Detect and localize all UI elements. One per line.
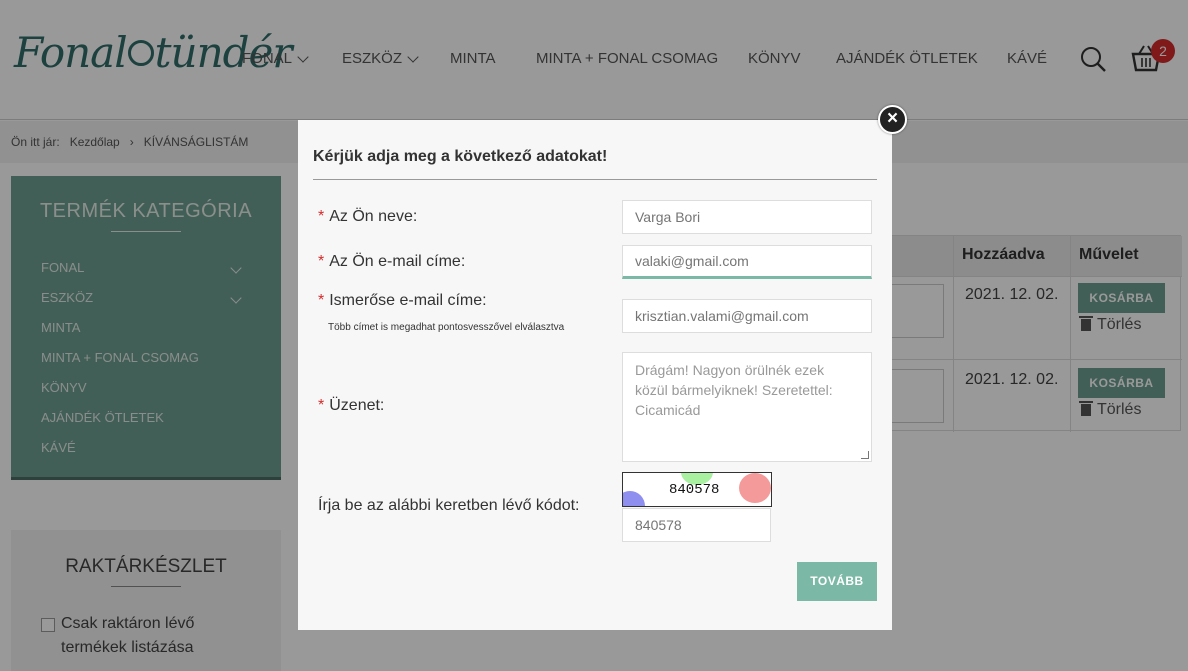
- email-label: * Az Ön e-mail címe:: [318, 253, 465, 271]
- resize-handle-icon[interactable]: [861, 451, 869, 459]
- captcha-label: Írja be az alábbi keretben lévő kódot:: [318, 497, 580, 514]
- message-textarea[interactable]: Drágám! Nagyon örülnék ezek közül bármel…: [622, 352, 872, 462]
- message-placeholder: Drágám! Nagyon örülnék ezek közül bármel…: [635, 362, 833, 418]
- friend-email-hint: Több címet is megadhat pontosvesszővel e…: [328, 322, 565, 333]
- required-mark: *: [318, 208, 325, 225]
- close-icon[interactable]: ×: [878, 105, 907, 134]
- next-button[interactable]: TOVÁBB: [797, 562, 877, 601]
- captcha-code: 840578: [669, 482, 720, 498]
- captcha-noise: [623, 491, 645, 506]
- captcha-image: 840578: [622, 472, 772, 507]
- name-input[interactable]: [622, 200, 872, 234]
- required-mark: *: [318, 253, 325, 270]
- share-wishlist-dialog: Kérjük adja meg a következő adatokat! * A…: [298, 120, 892, 630]
- label-text: Üzenet:: [329, 397, 385, 414]
- required-mark: *: [318, 292, 325, 309]
- friend-email-label: * Ismerőse e-mail címe:: [318, 292, 487, 310]
- divider: [313, 179, 877, 180]
- label-text: Ismerőse e-mail címe:: [329, 292, 487, 309]
- message-label: * Üzenet:: [318, 397, 384, 415]
- label-text: Az Ön neve:: [329, 208, 418, 225]
- email-input[interactable]: [622, 245, 872, 279]
- dialog-title: Kérjük adja meg a következő adatokat!: [313, 148, 608, 165]
- captcha-noise: [739, 473, 771, 503]
- captcha-input[interactable]: [622, 508, 771, 542]
- required-mark: *: [318, 397, 325, 414]
- name-label: * Az Ön neve:: [318, 208, 417, 226]
- label-text: Az Ön e-mail címe:: [329, 253, 466, 270]
- friend-email-input[interactable]: [622, 299, 872, 333]
